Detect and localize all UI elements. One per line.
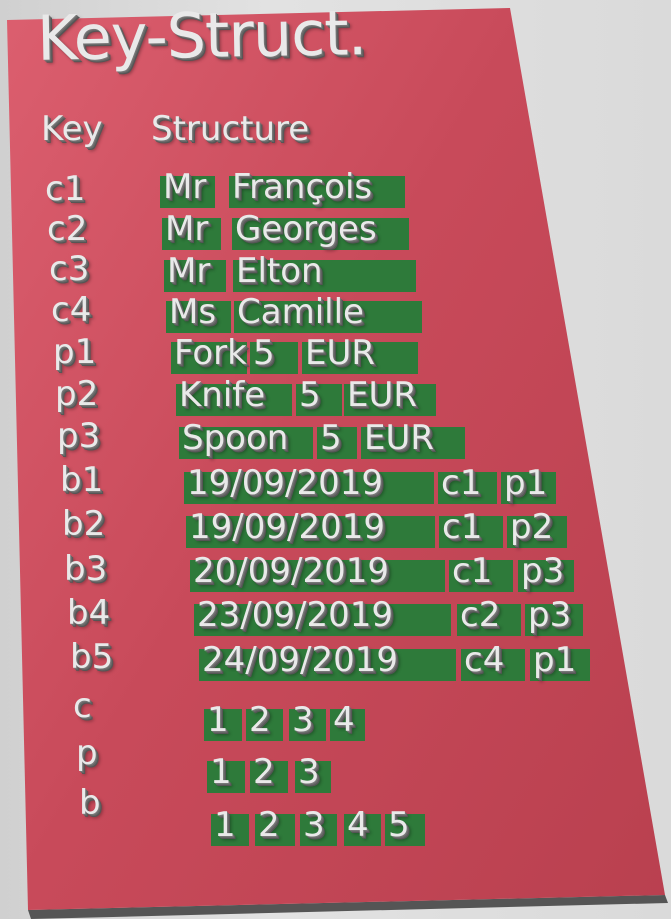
row-key: b4	[67, 593, 111, 633]
structure-cell: 5	[388, 805, 410, 845]
structure-cell: p1	[504, 463, 548, 503]
structure-cell: Mr	[163, 167, 207, 207]
structure-cell: c4	[464, 640, 505, 680]
structure-cell: Camille	[237, 292, 364, 332]
row-key: b	[79, 783, 101, 823]
structure-cell: EUR	[347, 375, 417, 415]
row-key: b2	[62, 504, 106, 544]
structure-cell: 3	[303, 805, 325, 845]
structure-cell: 4	[347, 805, 369, 845]
structure-cell: c2	[460, 595, 501, 635]
structure-cell: c1	[441, 463, 482, 503]
structure-cell: 2	[249, 700, 271, 740]
row-key: c	[73, 686, 92, 726]
header-key: Key	[41, 109, 103, 149]
structure-cell: 3	[292, 700, 314, 740]
structure-cell: EUR	[364, 418, 434, 458]
row-key: p	[76, 733, 98, 773]
structure-cell: c1	[442, 507, 483, 547]
structure-cell: Knife	[179, 375, 266, 415]
structure-cell: Mr	[165, 209, 209, 249]
structure-cell: p3	[521, 551, 565, 591]
row-key: c1	[45, 169, 86, 209]
structure-cell: 2	[258, 805, 280, 845]
structure-cell: c1	[452, 551, 493, 591]
structure-cell: 24/09/2019	[202, 640, 398, 680]
structure-cell: 19/09/2019	[189, 507, 385, 547]
structure-cell: Fork	[174, 333, 247, 373]
structure-cell: EUR	[305, 333, 375, 373]
row-key: p2	[55, 374, 99, 414]
structure-cell: 1	[214, 805, 236, 845]
structure-cell: 4	[333, 700, 355, 740]
header-structure: Structure	[151, 109, 310, 149]
structure-cell: p1	[533, 640, 577, 680]
row-key: c2	[47, 209, 88, 249]
structure-cell: 1	[207, 700, 229, 740]
structure-cell: 19/09/2019	[187, 463, 383, 503]
structure-cell: p2	[510, 507, 554, 547]
row-key: c4	[51, 290, 92, 330]
row-key: p3	[57, 416, 101, 456]
structure-cell: 2	[253, 752, 275, 792]
structure-cell: Georges	[235, 209, 377, 249]
structure-cell: 20/09/2019	[193, 551, 389, 591]
page-title: Key-Struct.	[36, 0, 367, 75]
row-key: c3	[49, 249, 90, 289]
row-key: b5	[70, 637, 114, 677]
structure-cell: 1	[210, 752, 232, 792]
structure-cell: 3	[298, 752, 320, 792]
row-key: p1	[53, 332, 97, 372]
structure-cell: Spoon	[182, 418, 289, 458]
row-key: b3	[64, 549, 108, 589]
structure-cell: Mr	[167, 251, 211, 291]
structure-cell: Elton	[236, 251, 323, 291]
row-key: b1	[60, 460, 104, 500]
structure-cell: 5	[299, 375, 321, 415]
structure-cell: 23/09/2019	[197, 595, 393, 635]
structure-cell: François	[232, 167, 373, 207]
structure-cell: Ms	[169, 292, 217, 332]
structure-cell: 5	[320, 418, 342, 458]
structure-cell: p3	[528, 595, 572, 635]
structure-cell: 5	[253, 333, 275, 373]
